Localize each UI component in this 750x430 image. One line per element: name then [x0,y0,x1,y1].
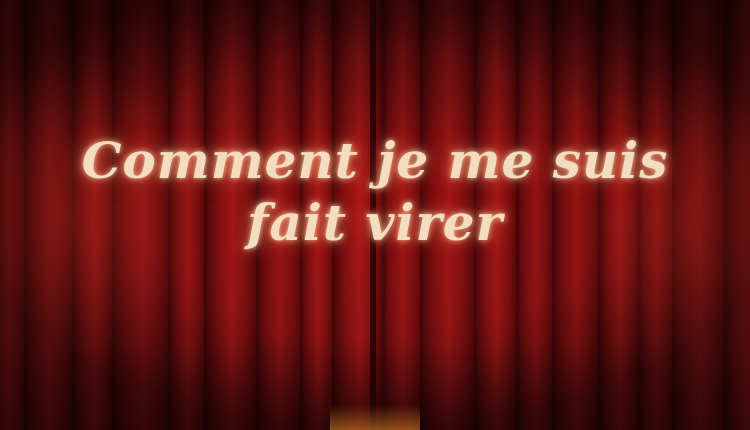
title-line-2: fait virer [247,193,503,252]
stage: Comment je me suis fait virer [0,0,750,430]
stage-floor-glow [330,405,420,430]
page-title: Comment je me suis fait virer [0,130,750,254]
title-line-1: Comment je me suis [81,131,669,190]
